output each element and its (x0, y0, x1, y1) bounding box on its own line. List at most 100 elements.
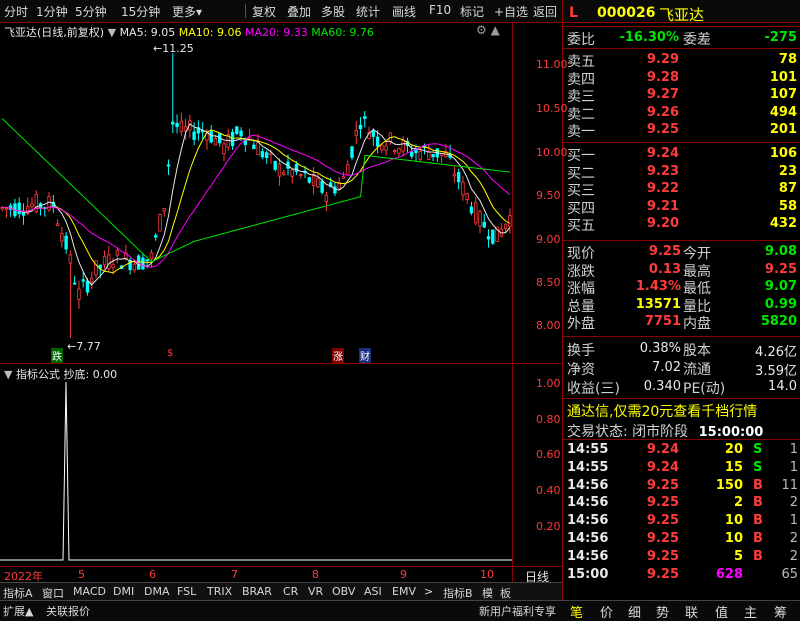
tab-indicator-b[interactable]: 指标B (443, 585, 473, 601)
tab-next[interactable]: > (424, 585, 433, 601)
tab-indicator-a[interactable]: 指标A (3, 585, 33, 601)
x-label-month: 6 (149, 568, 156, 581)
dropdown-icon[interactable]: ▼ (108, 26, 116, 39)
tick-time: 14:55 (567, 442, 609, 457)
tab-15min[interactable]: 15分钟 (121, 3, 160, 20)
tab-window[interactable]: 窗口 (42, 585, 64, 601)
restore-rights-button[interactable]: 复权 (252, 3, 276, 20)
ma10-legend: MA10: 9.06 (178, 26, 242, 39)
settings-icon[interactable]: ⚙ (476, 23, 487, 37)
bid-price: 9.23 (646, 163, 679, 179)
stat-label: 净资 (567, 362, 595, 378)
bid-row[interactable]: 买二 9.23 23 (563, 163, 800, 182)
tab-trix[interactable]: TRIX (207, 585, 232, 601)
candle-body (256, 142, 260, 156)
bid-row[interactable]: 买三 9.22 87 (563, 180, 800, 199)
draw-line-button[interactable]: 画线 (392, 3, 416, 20)
upgrade-ad-link[interactable]: 通达信,仅需20元查看千档行情 (567, 401, 757, 420)
overlay-button[interactable]: 叠加 (287, 3, 311, 20)
tab-asi[interactable]: ASI (364, 585, 382, 601)
tab-template[interactable]: 模 (482, 585, 493, 601)
event-marker[interactable]: 财 (359, 348, 371, 363)
ask-price: 9.27 (646, 87, 679, 103)
tick-price: 9.25 (646, 477, 679, 493)
y-axis-divider (512, 22, 513, 582)
separator (563, 48, 800, 49)
trade-status-time: 15:00:00 (698, 425, 764, 440)
more-menu[interactable]: 更多▾ (172, 3, 202, 20)
indicator-chart[interactable] (0, 380, 512, 566)
tick-row: 14:56 9.25 10 B 2 (563, 531, 800, 549)
candle-body (252, 144, 256, 150)
bid-price: 9.24 (646, 146, 679, 161)
tab-timeshare[interactable]: 分时 (4, 3, 28, 20)
statistics-button[interactable]: 统计 (356, 3, 380, 20)
related-quote-button[interactable]: 关联报价 (46, 603, 90, 619)
ind-tick: 0.60 (536, 448, 561, 461)
tab-fsl[interactable]: FSL (177, 585, 196, 601)
tab-vr[interactable]: VR (308, 585, 323, 601)
ma5-line (2, 123, 511, 286)
tab-obv[interactable]: OBV (332, 585, 355, 601)
stat-value: 7.02 (652, 360, 681, 375)
ind-tick: 0.80 (536, 413, 561, 426)
event-marker[interactable]: 涨 (332, 348, 344, 363)
tab-1min[interactable]: 1分钟 (36, 3, 68, 20)
tab-dma[interactable]: DMA (144, 585, 170, 601)
event-marker[interactable]: $ (166, 348, 174, 359)
ask-row[interactable]: 卖五 9.29 78 (563, 51, 800, 70)
kline-chart[interactable] (0, 40, 512, 363)
tick-price: 9.24 (646, 459, 679, 475)
tick-direction: S (753, 442, 763, 457)
chart-legend: 飞亚达(日线,前复权) ▼ MA5: 9.05 MA10: 9.06 MA20:… (4, 24, 374, 40)
stat-value: 3.59亿 (755, 364, 797, 379)
mark-button[interactable]: 标记 (460, 3, 484, 20)
multi-stock-button[interactable]: 多股 (321, 3, 345, 20)
event-marker[interactable]: 跌 (51, 348, 63, 363)
stock-code: 000026 (597, 5, 656, 21)
order-diff-label: 委差 (683, 32, 711, 48)
back-button[interactable]: 返回 (533, 3, 557, 20)
bid-row[interactable]: 买五 9.20 432 (563, 215, 800, 235)
f10-button[interactable]: F10 (429, 3, 451, 17)
tab-emv[interactable]: EMV (392, 585, 416, 601)
ask-row[interactable]: 卖二 9.26 494 (563, 104, 800, 123)
candle-body (235, 126, 239, 134)
more-label: 更多 (172, 5, 197, 19)
ask-row[interactable]: 卖四 9.28 101 (563, 69, 800, 88)
tick-time: 14:56 (567, 513, 609, 529)
add-favorite-button[interactable]: +自选 (494, 3, 528, 20)
tick-row: 14:56 9.25 150 B 11 (563, 478, 800, 496)
tick-row: 14:56 9.25 5 B 2 (563, 549, 800, 567)
tick-count: 2 (789, 531, 798, 546)
tab-board[interactable]: 板 (500, 585, 511, 601)
arrow-up-icon[interactable]: ▲ (491, 23, 500, 37)
tick-direction: B (753, 548, 763, 564)
stat-label: 流通 (683, 362, 711, 378)
tick-direction: B (753, 495, 763, 511)
tab-5min[interactable]: 5分钟 (75, 3, 107, 20)
candle-body (363, 116, 367, 119)
tab-cr[interactable]: CR (283, 585, 298, 601)
stat-row: 净资 7.02 流通 3.59亿 (563, 359, 800, 379)
bid-row[interactable]: 买一 9.24 106 (563, 145, 800, 164)
stat-value: 0.340 (643, 379, 681, 394)
quote-header: L 000026 飞亚达 (563, 0, 800, 27)
ask-price: 9.25 (646, 122, 679, 138)
ask-row[interactable]: 卖一 9.25 201 (563, 121, 800, 140)
promo-link[interactable]: 新用户福利专享 (479, 603, 556, 619)
bid-label: 买五 (567, 218, 595, 235)
ask-row[interactable]: 卖三 9.27 107 (563, 86, 800, 105)
high-price-value: 11.25 (162, 42, 194, 55)
tab-dmi[interactable]: DMI (113, 585, 134, 601)
expand-button[interactable]: 扩展▲ (3, 603, 33, 619)
bid-row[interactable]: 买四 9.21 58 (563, 198, 800, 217)
candle-body (452, 173, 457, 177)
stat-label: 股本 (683, 343, 711, 359)
candle-body (158, 214, 162, 232)
tick-price: 9.25 (646, 566, 679, 582)
tab-macd[interactable]: MACD (73, 585, 106, 601)
bid-volume: 58 (778, 198, 797, 214)
x-label-month: 9 (400, 568, 407, 581)
tab-brar[interactable]: BRAR (242, 585, 272, 601)
